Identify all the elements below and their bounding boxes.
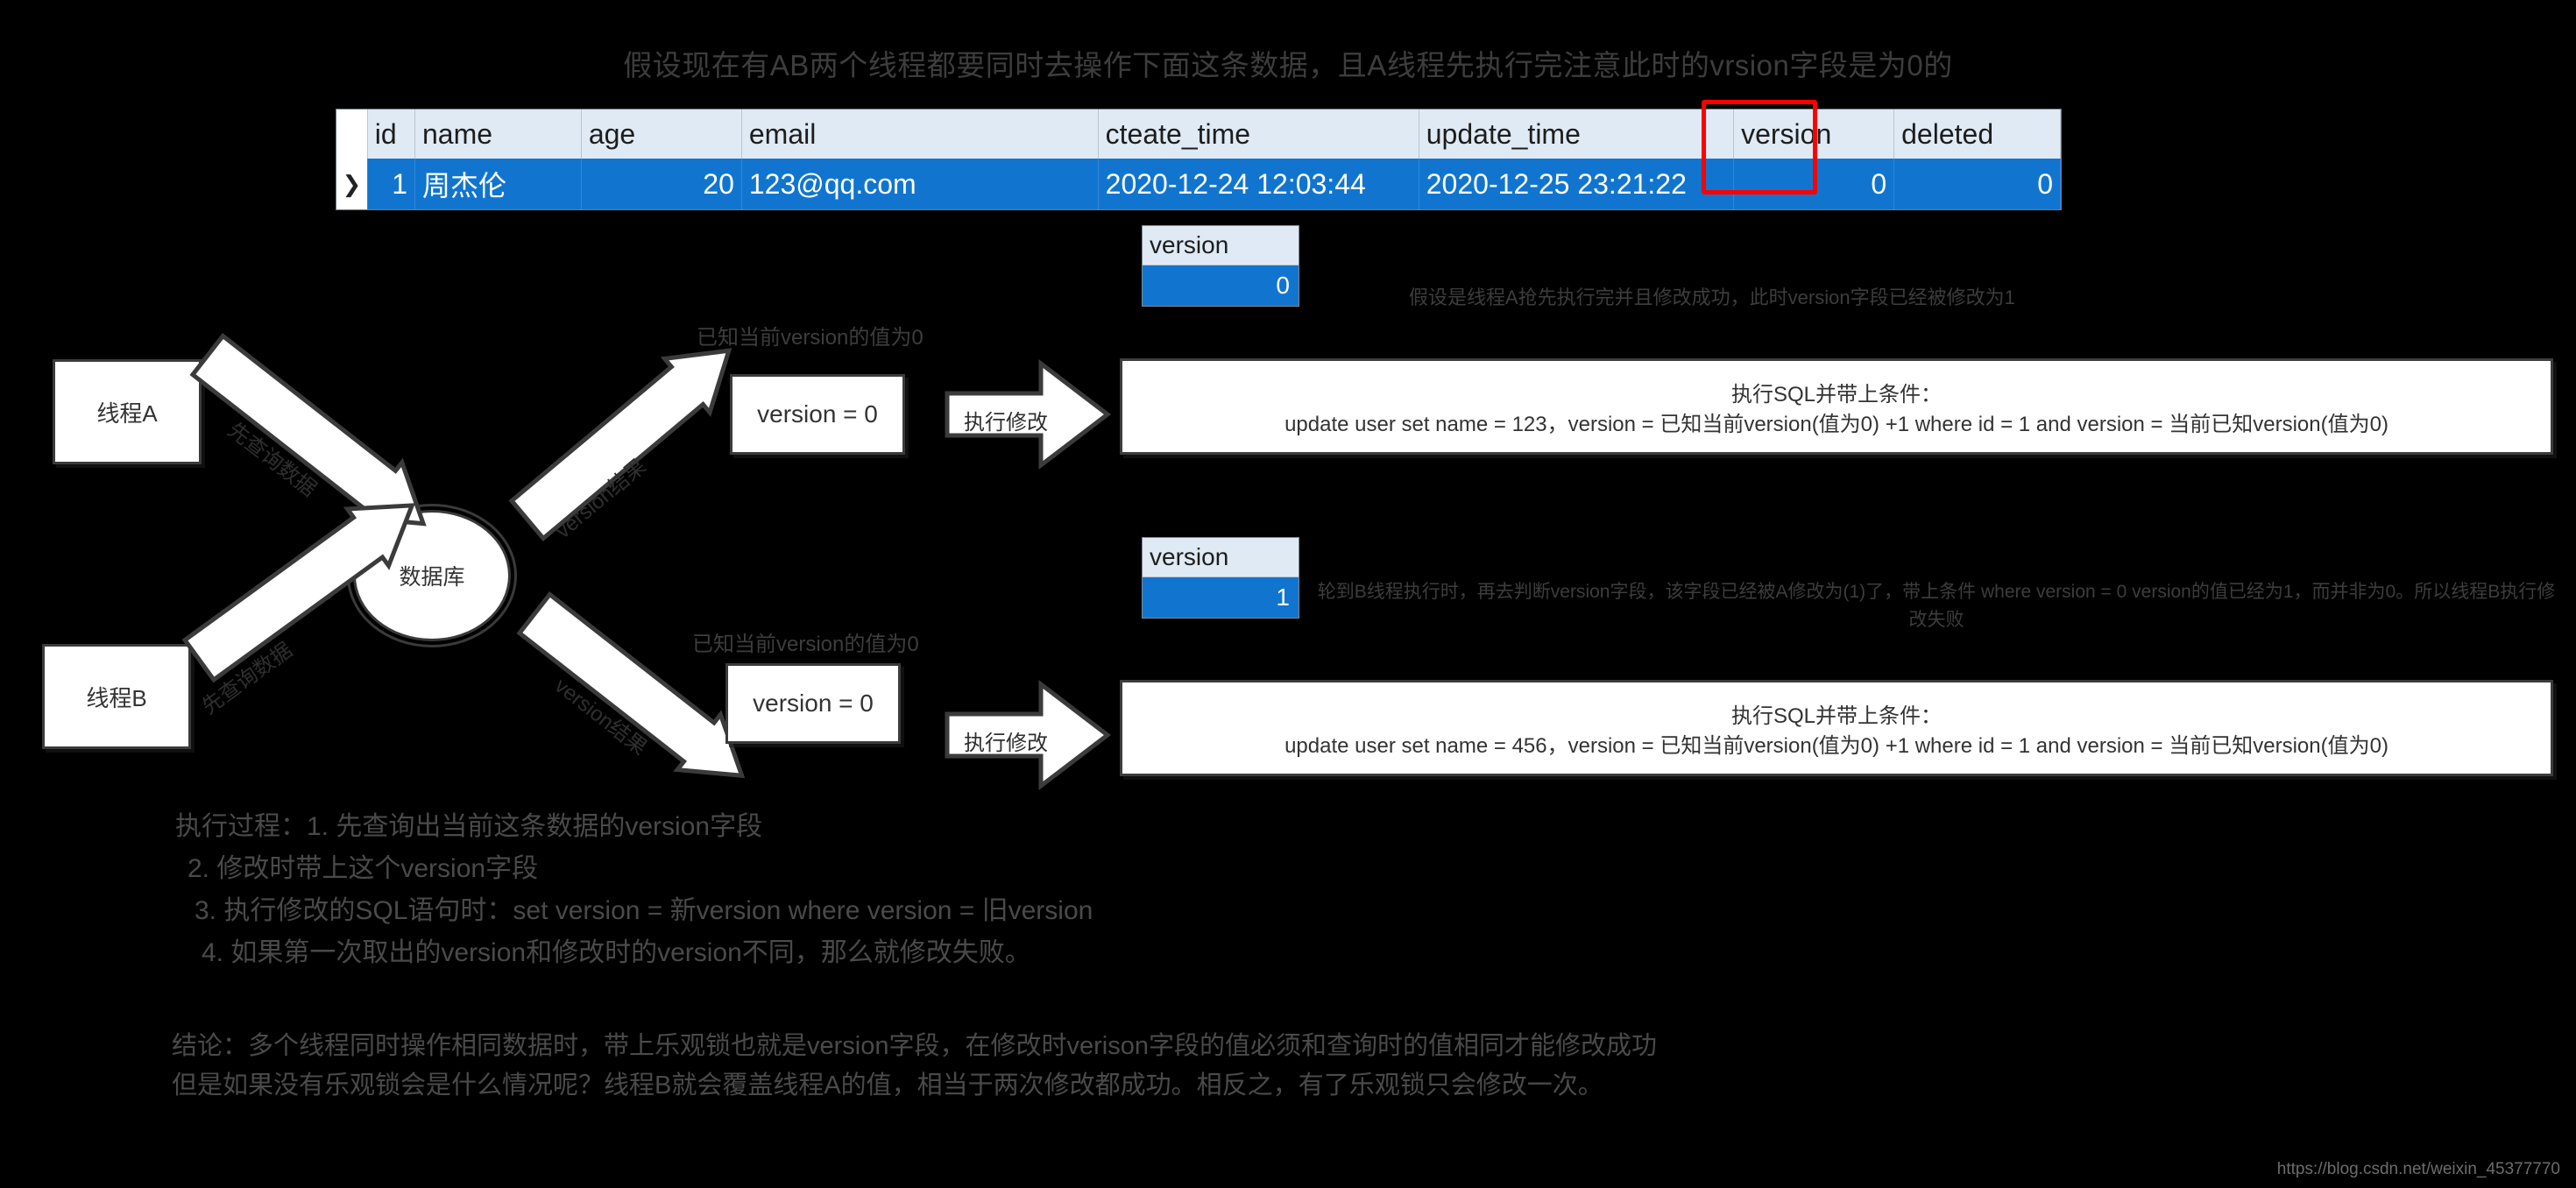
- conclusion-text: 结论：多个线程同时操作相同数据时，带上乐观锁也就是version字段，在修改时v…: [172, 1027, 1657, 1106]
- database-result-table: id name age email cteate_time update_tim…: [336, 109, 2062, 210]
- cell-cteate-time: 2020-12-24 12:03:44: [1098, 159, 1419, 209]
- sql-box-a-line2: update user set name = 123，version = 已知当…: [1284, 413, 2388, 436]
- cell-name: 周杰伦: [414, 159, 582, 209]
- process-step-3: 3. 执行修改的SQL语句时：set version = 新version wh…: [195, 896, 1093, 925]
- mini-version-b-header: version: [1143, 538, 1299, 577]
- thread-a-label: 线程A: [96, 400, 158, 427]
- column-header-version[interactable]: version: [1733, 110, 1895, 159]
- thread-b-box[interactable]: 线程B: [42, 644, 191, 749]
- table-row[interactable]: ❯ 1 周杰伦 20 123@qq.com 2020-12-24 12:03:4…: [336, 159, 2061, 209]
- sql-box-b-line1: 执行SQL并带上条件：: [1730, 704, 1943, 728]
- sql-box-b: 执行SQL并带上条件： update user set name = 456，v…: [1120, 680, 2553, 776]
- column-header-deleted[interactable]: deleted: [1893, 110, 2061, 159]
- version-value-a-box: version = 0: [730, 374, 905, 455]
- conclusion-line-2: 但是如果没有乐观锁会是什么情况呢？线程B就会覆盖线程A的值，相当于两次修改都成功…: [172, 1071, 1603, 1100]
- cell-version: 0: [1733, 159, 1895, 209]
- note-known-version-b: 已知当前version的值为0: [692, 633, 919, 656]
- mini-version-b-value: 1: [1143, 577, 1299, 618]
- version-value-a-label: version = 0: [757, 400, 878, 428]
- table-header-row: id name age email cteate_time update_tim…: [336, 110, 2061, 159]
- column-header-id[interactable]: id: [367, 110, 415, 159]
- sql-box-a: 执行SQL并带上条件： update user set name = 123，v…: [1120, 358, 2553, 455]
- column-header-name[interactable]: name: [414, 110, 582, 159]
- cell-age: 20: [581, 159, 742, 209]
- mini-version-table-a: version 0: [1142, 225, 1299, 307]
- process-steps: 执行过程：1. 先查询出当前这条数据的version字段 2. 修改时带上这个v…: [175, 806, 1093, 974]
- row-marker-icon: ❯: [336, 159, 368, 209]
- version-value-b-label: version = 0: [753, 689, 874, 717]
- column-header-age[interactable]: age: [581, 110, 742, 159]
- cell-update-time: 2020-12-25 23:21:22: [1419, 159, 1735, 209]
- mini-version-a-value: 0: [1143, 265, 1299, 306]
- process-step-4: 4. 如果第一次取出的version和修改时的version不同，那么就修改失败…: [202, 938, 1031, 967]
- version-value-b-box: version = 0: [725, 663, 901, 744]
- thread-b-label: 线程B: [86, 684, 147, 711]
- arrow-execute-b-label: 执行修改: [964, 732, 1048, 755]
- sql-box-a-line1: 执行SQL并带上条件：: [1730, 383, 1943, 407]
- sql-box-b-line2: update user set name = 456，version = 已知当…: [1284, 734, 2388, 758]
- conclusion-line-1: 结论：多个线程同时操作相同数据时，带上乐观锁也就是version字段，在修改时v…: [172, 1032, 1657, 1060]
- cell-id: 1: [367, 159, 415, 209]
- note-thread-b-fail: 轮到B线程执行时，再去判断version字段，该字段已经被A修改为(1)了，带上…: [1317, 582, 2556, 630]
- mini-version-table-b: version 1: [1142, 537, 1299, 619]
- process-step-2: 2. 修改时带上这个version字段: [188, 854, 539, 883]
- process-step-1: 执行过程：1. 先查询出当前这条数据的version字段: [175, 812, 763, 841]
- column-header-cteate-time[interactable]: cteate_time: [1098, 110, 1419, 159]
- cell-deleted: 0: [1893, 159, 2061, 209]
- row-marker-header: [336, 110, 368, 159]
- column-header-email[interactable]: email: [741, 110, 1099, 159]
- watermark-url: https://blog.csdn.net/weixin_45377770: [2276, 1160, 2560, 1178]
- column-header-update-time[interactable]: update_time: [1419, 110, 1735, 159]
- cell-email: 123@qq.com: [741, 159, 1099, 209]
- note-known-version-a: 已知当前version的值为0: [697, 326, 924, 350]
- note-thread-a-success: 假设是线程A抢先执行完并且修改成功，此时version字段已经被修改为1: [1409, 286, 2015, 308]
- page-title: 假设现在有AB两个线程都要同时去操作下面这条数据，且A线程先执行完注意此时的vr…: [623, 49, 1953, 81]
- thread-a-box[interactable]: 线程A: [53, 359, 202, 464]
- arrow-execute-a-label: 执行修改: [964, 411, 1048, 435]
- mini-version-a-header: version: [1143, 226, 1299, 265]
